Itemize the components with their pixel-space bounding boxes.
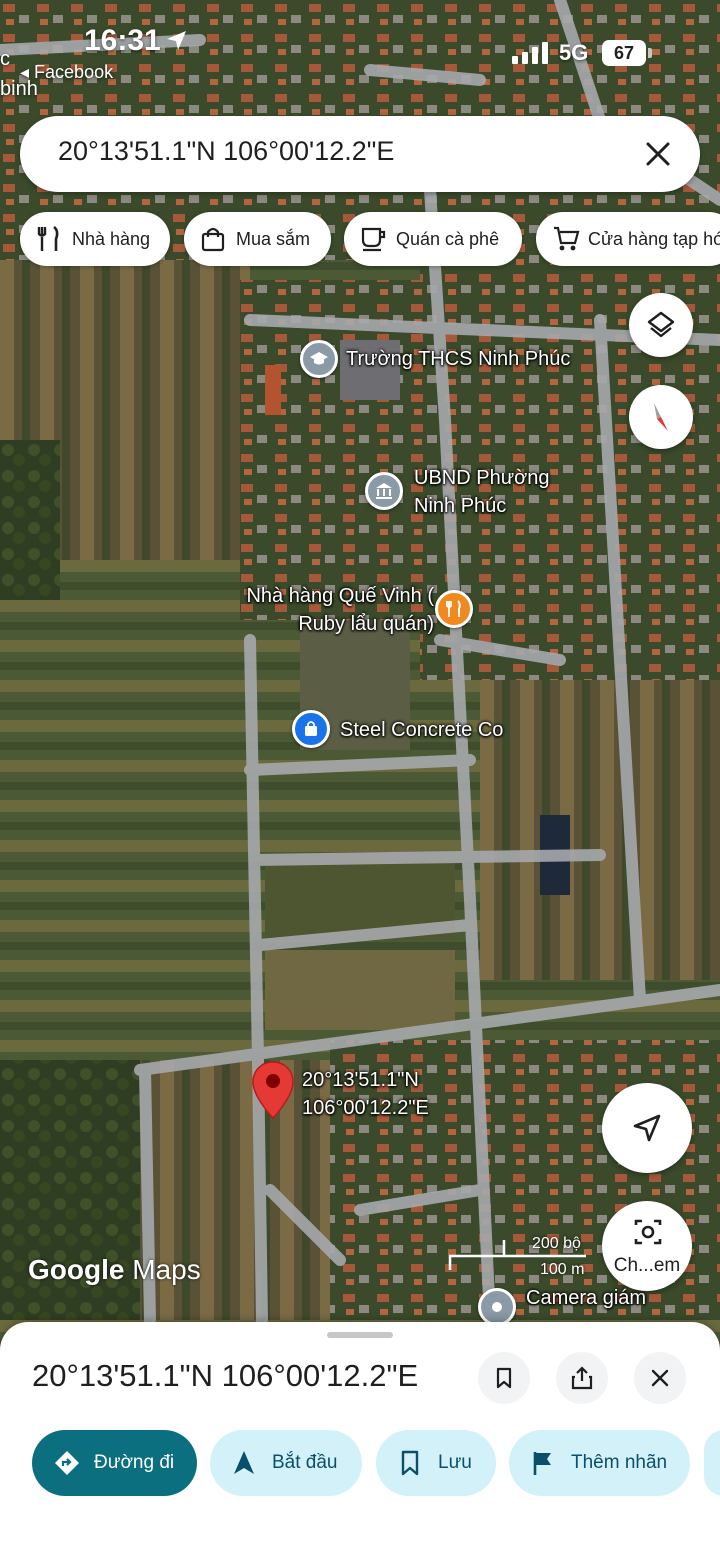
pin-label-lat: 20°13'51.1"N (302, 1069, 419, 1091)
compass-button[interactable] (629, 385, 693, 449)
network-type: 5G (559, 40, 589, 65)
chip-label: Quán cà phê (396, 229, 500, 249)
action-label: Lưu (438, 1452, 472, 1473)
search-query[interactable]: 20°13'51.1"N 106°00'12.2"E (58, 136, 394, 167)
place-title: 20°13'51.1"N 106°00'12.2"E (32, 1358, 419, 1393)
restaurant-icon[interactable] (435, 590, 473, 628)
poi-label-steel[interactable]: Steel Concrete Co (340, 716, 503, 744)
scale-label-meters: 100 m (540, 1261, 585, 1278)
government-icon[interactable] (365, 472, 403, 510)
compass-icon (654, 403, 668, 431)
edge-text: c (0, 48, 10, 70)
coffee-icon (361, 227, 386, 252)
navigation-arrow-icon (633, 1114, 661, 1142)
my-location-button[interactable] (602, 1083, 692, 1173)
place-sheet[interactable]: 20°13'51.1"N 106°00'12.2"E Đường đi Bắt … (0, 1322, 720, 1564)
google-maps-logo: Google Maps (28, 1254, 201, 1286)
poi-label-government[interactable]: UBND Phường Ninh Phúc (414, 464, 594, 520)
battery-icon: 67 (602, 40, 646, 66)
restaurant-icon (37, 225, 59, 251)
chip-grocery[interactable]: Cửa hàng tạp hóa (536, 212, 720, 266)
shopping-bag-icon[interactable] (292, 710, 330, 748)
chip-label: Nhà hàng (72, 229, 151, 249)
close-icon (651, 1369, 669, 1387)
save-action-button[interactable]: Lưu (376, 1430, 496, 1496)
close-icon[interactable] (642, 138, 674, 170)
action-label: Bắt đầu (272, 1452, 338, 1473)
layers-button[interactable] (629, 293, 693, 357)
pin-label-lng: 106°00'12.2"E (302, 1097, 429, 1119)
shopping-bag-icon (201, 227, 225, 252)
directions-button[interactable]: Đường đi (32, 1430, 197, 1496)
start-button[interactable]: Bắt đầu (210, 1430, 362, 1496)
signal-icon (512, 42, 548, 64)
poi-label-restaurant[interactable]: Nhà hàng Quế Vinh ( Ruby lẩu quán) (226, 582, 434, 638)
camera-icon[interactable] (478, 1288, 516, 1326)
search-bar[interactable]: 20°13'51.1"N 106°00'12.2"E (20, 116, 700, 192)
share-button[interactable] (556, 1352, 608, 1404)
flag-icon (533, 1452, 551, 1475)
action-label: Đường đi (94, 1452, 175, 1473)
location-pin-icon[interactable] (250, 1060, 296, 1120)
directions-icon (55, 1451, 79, 1475)
back-to-app-link[interactable]: ◂ Facebook (20, 62, 113, 83)
close-sheet-button[interactable] (634, 1352, 686, 1404)
scale-label-feet: 200 bộ (532, 1235, 581, 1252)
poi-label-camera[interactable]: Camera giám (526, 1284, 646, 1312)
add-label-button[interactable]: Thêm nhãn (509, 1430, 690, 1496)
chip-label: Cửa hàng tạp hóa (588, 229, 720, 249)
clock: 16:31 (84, 24, 161, 57)
chip-restaurants[interactable]: Nhà hàng (20, 212, 170, 266)
chip-shopping[interactable]: Mua sắm (184, 212, 331, 266)
save-button[interactable] (478, 1352, 530, 1404)
bookmark-icon (496, 1367, 512, 1389)
more-actions-peek[interactable] (704, 1430, 720, 1496)
logo-google: Google (28, 1254, 125, 1285)
school-icon[interactable] (300, 340, 338, 378)
logo-maps: Maps (132, 1254, 201, 1285)
navigation-icon (234, 1451, 254, 1474)
chip-label: Mua sắm (236, 229, 311, 249)
battery-tip (648, 48, 652, 58)
drag-handle[interactable] (327, 1332, 393, 1338)
camera-lens-icon (634, 1219, 662, 1245)
action-label: Thêm nhãn (571, 1452, 668, 1473)
share-icon (571, 1366, 593, 1390)
lens-button[interactable]: Ch...em (602, 1201, 692, 1291)
chip-coffee[interactable]: Quán cà phê (344, 212, 522, 266)
cart-icon (554, 226, 580, 251)
poi-label-school[interactable]: Trường THCS Ninh Phúc (346, 345, 570, 373)
status-bar: c binh 16:31 ◂ Facebook 5G 67 (0, 0, 720, 100)
location-services-icon (167, 31, 186, 50)
lens-label: Ch...em (613, 1255, 681, 1276)
bookmark-icon (401, 1450, 419, 1476)
layers-icon (647, 311, 675, 338)
